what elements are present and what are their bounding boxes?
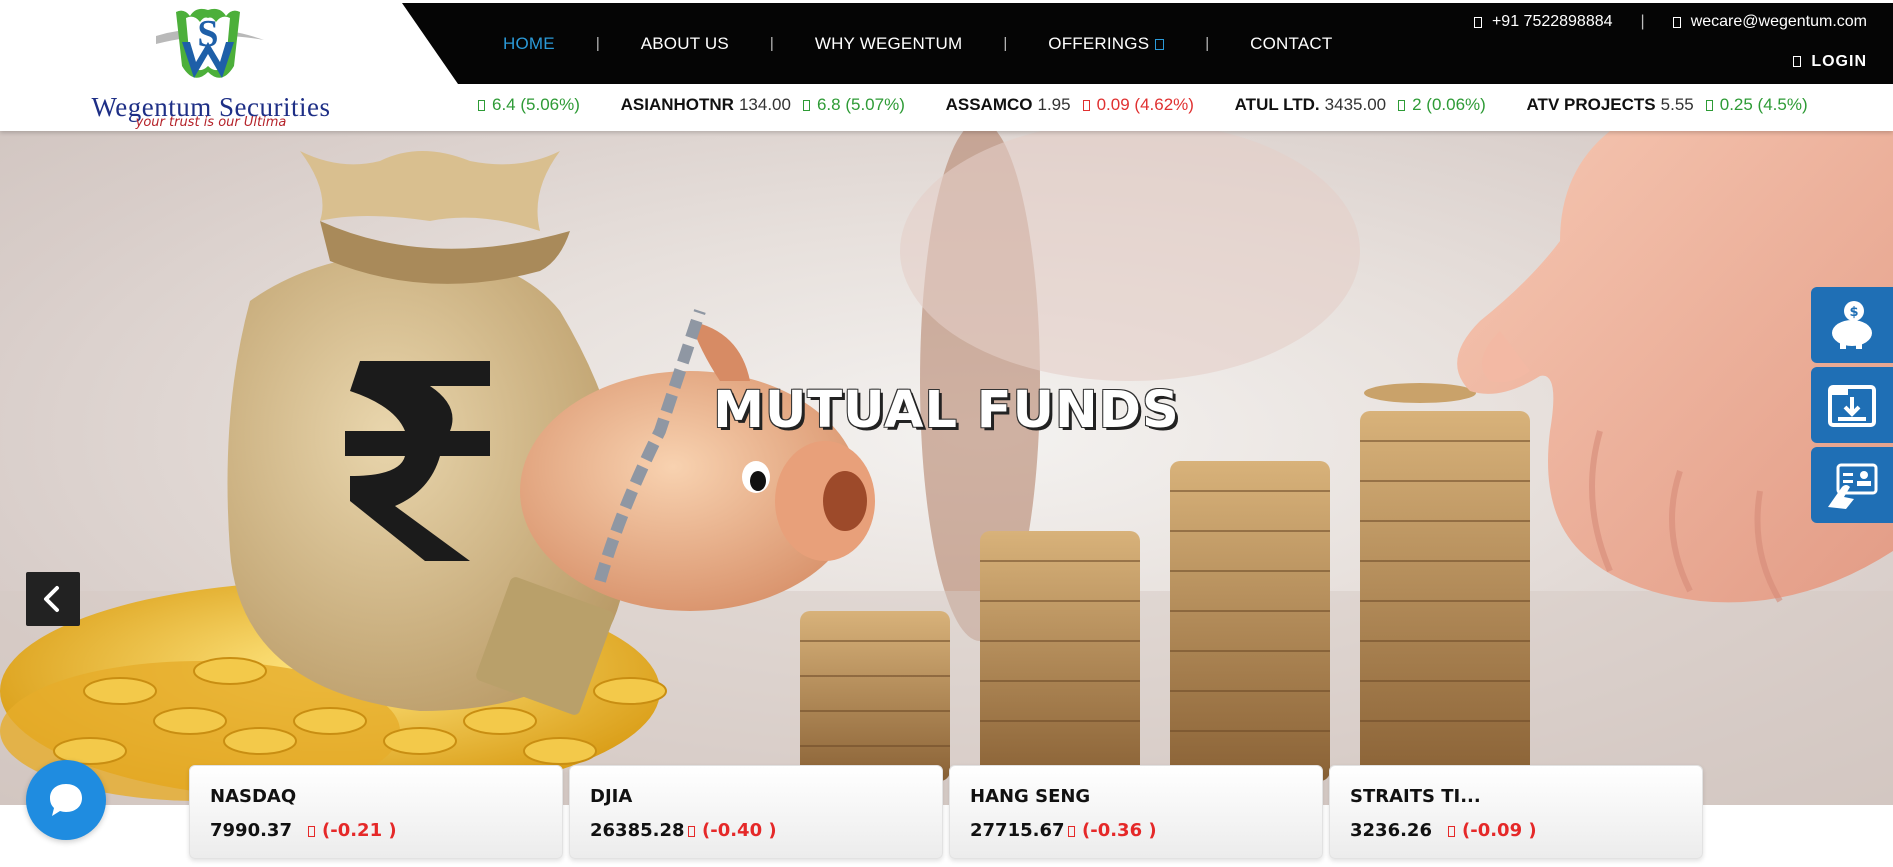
phone-number[interactable]: +91 7522898884 [1492,13,1613,31]
nav-separator: | [1205,35,1210,52]
svg-text:$: $ [1849,305,1858,320]
index-name: NASDAQ [210,786,297,807]
nav-offerings[interactable]: OFFERINGS [1043,34,1169,54]
down-arrow-icon [688,826,695,837]
brand-tagline: your trust is our Ultima [135,115,287,130]
down-arrow-icon [1448,826,1455,837]
ticker-item: ATUL LTD. 3435.00 2 (0.06%) [1235,90,1486,120]
hero-slider: MUTUAL FUNDS [0,131,1893,805]
down-arrow-icon [1068,826,1075,837]
ticker-change: 0.25 (4.5%) [1705,95,1808,114]
side-tool-download[interactable] [1811,367,1893,443]
dropdown-caret-icon [1155,38,1165,50]
up-arrow-icon [802,100,810,111]
chat-bubble-icon [50,784,82,816]
chevron-left-icon [44,586,59,612]
up-arrow-icon [1705,100,1713,111]
main-nav: HOME | ABOUT US | WHY WEGENTUM | OFFERIN… [498,3,1337,84]
nav-offerings-label: OFFERINGS [1048,33,1150,53]
ticker-change: 0.09 (4.62%) [1082,95,1194,114]
ticker-item: ASIANHOTNR 134.00 6.8 (5.07%) [621,90,905,120]
index-card-straits-times[interactable]: STRAITS TI... 3236.26 (-0.09 ) [1329,765,1703,859]
brand-logo[interactable]: S Wegentum Securities your trust is our … [66,6,356,130]
ticker-price: 3435.00 [1324,95,1387,114]
index-value: 26385.28 [590,820,685,841]
phone-icon [1473,16,1482,28]
page: S Wegentum Securities your trust is our … [0,0,1893,867]
ticker-price: 1.95 [1037,95,1071,114]
stock-ticker: 6.4 (5.06%) ASIANHOTNR 134.00 6.8 (5.07%) … [478,90,1893,120]
ticker-symbol: ASIANHOTNR [620,95,734,114]
info-separator: | [1640,13,1645,30]
side-tool-kyc[interactable] [1811,447,1893,523]
ticker-change: 6.8 (5.07%) [802,95,905,114]
login-button[interactable]: LOGIN [1793,53,1867,71]
contact-info: +91 7522898884 | wecare@wegentum.com [1473,13,1867,31]
ticker-symbol: ATUL LTD. [1234,95,1320,114]
chat-widget-button[interactable] [26,760,106,840]
index-card-djia[interactable]: DJIA 26385.28 (-0.40 ) [569,765,943,859]
index-change: (-0.40 ) [680,820,777,841]
index-name: DJIA [590,786,633,807]
index-name: STRAITS TI... [1350,786,1481,807]
nav-about-us[interactable]: ABOUT US [636,34,734,54]
login-label: LOGIN [1811,53,1867,70]
up-arrow-icon [1398,100,1406,111]
ticker-item: 6.4 (5.06%) [478,90,580,120]
index-card-hang-seng[interactable]: HANG SENG 27715.67 (-0.36 ) [949,765,1323,859]
nav-contact[interactable]: CONTACT [1245,34,1337,54]
email-address[interactable]: wecare@wegentum.com [1691,13,1867,31]
down-arrow-icon [308,826,315,837]
nav-separator: | [595,35,600,52]
ticker-item: ATV PROJECTS 5.55 0.25 (4.5%) [1527,90,1808,120]
nav-separator: | [1003,35,1008,52]
up-arrow-icon [478,100,485,111]
ticker-price: 134.00 [738,95,791,114]
index-change: (-0.21 ) [300,820,397,841]
index-value: 27715.67 [970,820,1065,841]
email-icon [1672,16,1681,28]
user-icon [1793,56,1802,68]
ticker-change: 6.4 (5.06%) [478,95,580,114]
nav-why-wegentum[interactable]: WHY WEGENTUM [810,34,968,54]
ticker-symbol: ASSAMCO [945,95,1033,114]
svg-text:S: S [197,13,218,55]
download-form-icon [1828,385,1876,427]
index-change: (-0.36 ) [1060,820,1157,841]
hero-title: MUTUAL FUNDS [713,381,1180,440]
nav-home[interactable]: HOME [498,34,560,54]
piggy-bank-icon: $ [1832,301,1872,349]
market-indices: NASDAQ 7990.37 (-0.21 ) DJIA 26385.28 (-… [189,765,1709,859]
index-name: HANG SENG [970,786,1091,807]
ticker-change: 2 (0.06%) [1398,95,1486,114]
nav-separator: | [769,35,774,52]
down-arrow-icon [1082,100,1090,111]
index-value: 3236.26 [1350,820,1432,841]
main-navbar: HOME | ABOUT US | WHY WEGENTUM | OFFERIN… [402,3,1893,84]
site-header: S Wegentum Securities your trust is our … [0,0,1893,131]
slider-prev-button[interactable] [26,572,80,626]
side-tools: $ [1811,287,1893,527]
index-card-nasdaq[interactable]: NASDAQ 7990.37 (-0.21 ) [189,765,563,859]
ticker-symbol: ATV PROJECTS [1526,95,1656,114]
ticker-item: ASSAMCO 1.95 0.09 (4.62%) [946,90,1194,120]
id-card-hand-icon [1828,463,1878,509]
index-value: 7990.37 [210,820,292,841]
index-change: (-0.09 ) [1440,820,1537,841]
side-tool-invest[interactable]: $ [1811,287,1893,363]
ticker-price: 5.55 [1660,95,1694,114]
hero-illustration [0,131,1893,805]
logo-mark-icon: S [156,8,264,78]
